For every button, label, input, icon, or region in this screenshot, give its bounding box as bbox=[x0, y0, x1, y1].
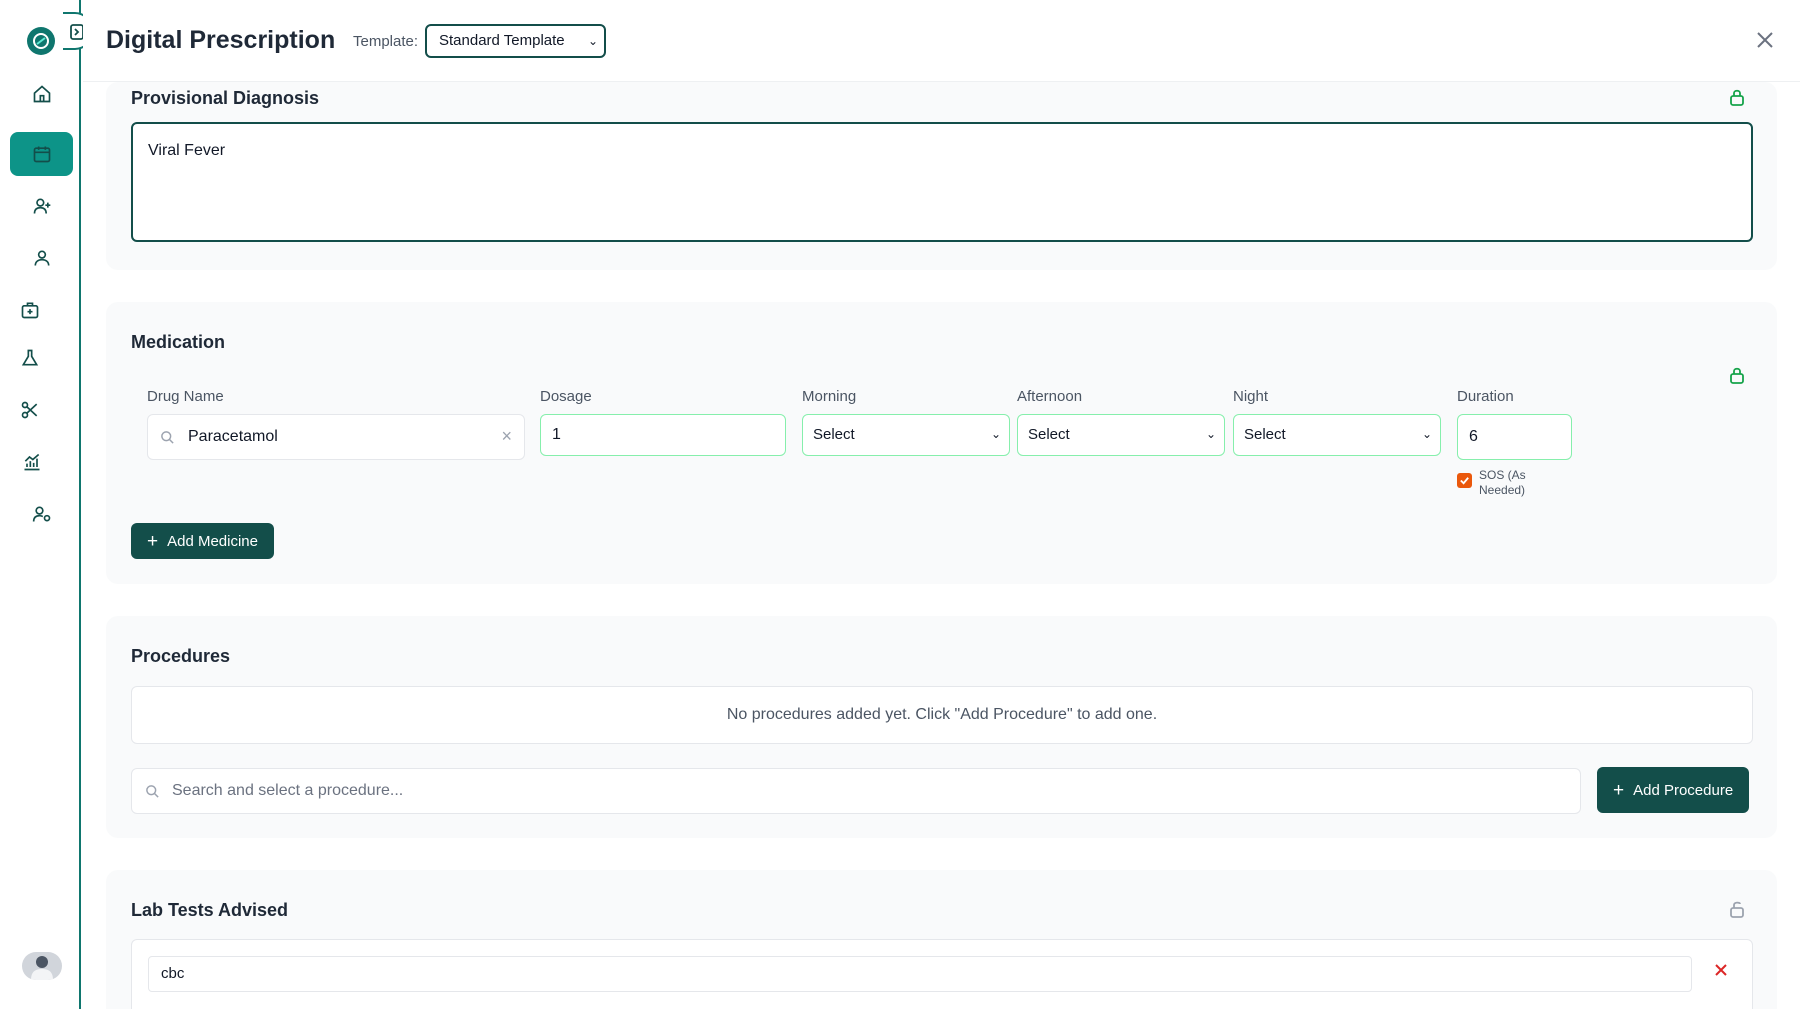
checkbox-checked-icon[interactable] bbox=[1457, 473, 1472, 488]
lab-tests-title: Lab Tests Advised bbox=[131, 900, 289, 920]
template-select[interactable]: Standard Template ⌄ bbox=[425, 24, 606, 58]
medication-title: Medication bbox=[131, 332, 226, 352]
analytics-icon bbox=[24, 453, 39, 471]
sos-label-line2: Needed) bbox=[1479, 483, 1526, 497]
lab-tests-list: cbc bbox=[131, 939, 1753, 1009]
dosage-label: Dosage bbox=[540, 388, 592, 405]
lab-tests-section: Lab Tests Advised cbc bbox=[106, 870, 1777, 1009]
home-icon bbox=[33, 85, 50, 103]
lab-test-input[interactable]: cbc bbox=[148, 956, 1692, 992]
sidebar-item-patients[interactable] bbox=[10, 236, 73, 280]
template-label: Template: bbox=[353, 33, 419, 50]
user-icon bbox=[34, 250, 49, 266]
lock-open-icon[interactable] bbox=[1729, 900, 1745, 918]
drug-name-label: Drug Name bbox=[147, 388, 224, 405]
drug-name-input[interactable]: Paracetamol × bbox=[147, 414, 525, 460]
flask-icon bbox=[21, 349, 38, 366]
sidebar-item-user-settings[interactable] bbox=[10, 492, 73, 536]
plus-icon: + bbox=[147, 530, 159, 552]
procedure-search-input[interactable]: Search and select a procedure... bbox=[131, 768, 1581, 814]
diagnosis-textarea[interactable]: Viral Fever bbox=[131, 122, 1753, 242]
afternoon-select[interactable]: Select ⌄ bbox=[1017, 414, 1225, 456]
app-logo-icon[interactable] bbox=[27, 27, 55, 55]
search-icon bbox=[161, 431, 174, 444]
scissors-icon bbox=[21, 401, 37, 419]
medication-row: Drug Name Dosage Morning Afternoon Night… bbox=[131, 370, 1753, 500]
sidebar bbox=[0, 0, 81, 1009]
chevron-down-icon: ⌄ bbox=[587, 34, 598, 48]
procedures-section: Procedures No procedures added yet. Clic… bbox=[106, 616, 1777, 838]
duration-input[interactable]: 6 bbox=[1457, 414, 1572, 460]
medical-kit-icon bbox=[21, 302, 38, 319]
lock-open-icon[interactable] bbox=[1729, 88, 1745, 106]
procedure-search-placeholder: Search and select a procedure... bbox=[172, 782, 404, 799]
sos-label-line1: SOS (As bbox=[1479, 468, 1526, 482]
close-button[interactable] bbox=[1753, 28, 1777, 52]
modal-header: Digital Prescription Template: Standard … bbox=[83, 0, 1800, 82]
dosage-input[interactable]: 1 bbox=[540, 414, 786, 456]
add-medicine-label: Add Medicine bbox=[167, 532, 258, 550]
sidebar-item-appointments[interactable] bbox=[10, 132, 73, 176]
chevron-down-icon: ⌄ bbox=[1205, 427, 1216, 441]
duration-label: Duration bbox=[1457, 388, 1514, 405]
clear-icon[interactable]: × bbox=[501, 415, 512, 458]
sidebar-item-add-patient[interactable] bbox=[10, 184, 73, 228]
user-settings-icon bbox=[32, 506, 50, 522]
sidebar-toggle-icon bbox=[70, 24, 84, 40]
chevron-down-icon: ⌄ bbox=[990, 427, 1001, 441]
plus-icon: + bbox=[1613, 779, 1625, 801]
chevron-down-icon: ⌄ bbox=[1421, 427, 1432, 441]
diagnosis-title: Provisional Diagnosis bbox=[131, 88, 320, 108]
morning-select[interactable]: Select ⌄ bbox=[802, 414, 1010, 456]
close-icon bbox=[1715, 964, 1727, 976]
sidebar-item-lab[interactable] bbox=[0, 336, 61, 380]
avatar[interactable] bbox=[22, 952, 62, 980]
search-icon bbox=[146, 785, 159, 798]
user-plus-icon bbox=[33, 198, 50, 214]
night-label: Night bbox=[1233, 388, 1269, 405]
sos-checkbox[interactable]: SOS (As Needed) bbox=[1457, 468, 1526, 498]
sidebar-item-procedures[interactable] bbox=[0, 388, 61, 432]
medication-section: Medication Drug Name Dosage Morning Afte… bbox=[106, 302, 1777, 584]
afternoon-select-value: Select bbox=[1028, 426, 1070, 443]
night-select-value: Select bbox=[1244, 426, 1286, 443]
morning-label: Morning bbox=[802, 388, 857, 405]
close-icon bbox=[1757, 32, 1773, 48]
sidebar-item-reports[interactable] bbox=[0, 440, 63, 484]
drug-name-value: Paracetamol bbox=[188, 428, 278, 445]
add-medicine-button[interactable]: + Add Medicine bbox=[131, 523, 274, 559]
template-select-value: Standard Template bbox=[439, 32, 565, 49]
procedures-title: Procedures bbox=[131, 646, 231, 666]
sidebar-item-home[interactable] bbox=[10, 72, 73, 116]
sidebar-item-medical[interactable] bbox=[0, 288, 61, 332]
add-procedure-label: Add Procedure bbox=[1633, 781, 1734, 799]
procedures-empty-state: No procedures added yet. Click "Add Proc… bbox=[131, 686, 1753, 744]
diagnosis-section: Provisional Diagnosis Viral Fever bbox=[106, 82, 1777, 270]
page-title: Digital Prescription bbox=[106, 26, 336, 54]
add-procedure-button[interactable]: + Add Procedure bbox=[1597, 767, 1750, 813]
morning-select-value: Select bbox=[813, 426, 855, 443]
afternoon-label: Afternoon bbox=[1017, 388, 1083, 405]
calendar-icon bbox=[33, 146, 50, 163]
night-select[interactable]: Select ⌄ bbox=[1233, 414, 1441, 456]
remove-lab-test-button[interactable] bbox=[1714, 960, 1728, 983]
